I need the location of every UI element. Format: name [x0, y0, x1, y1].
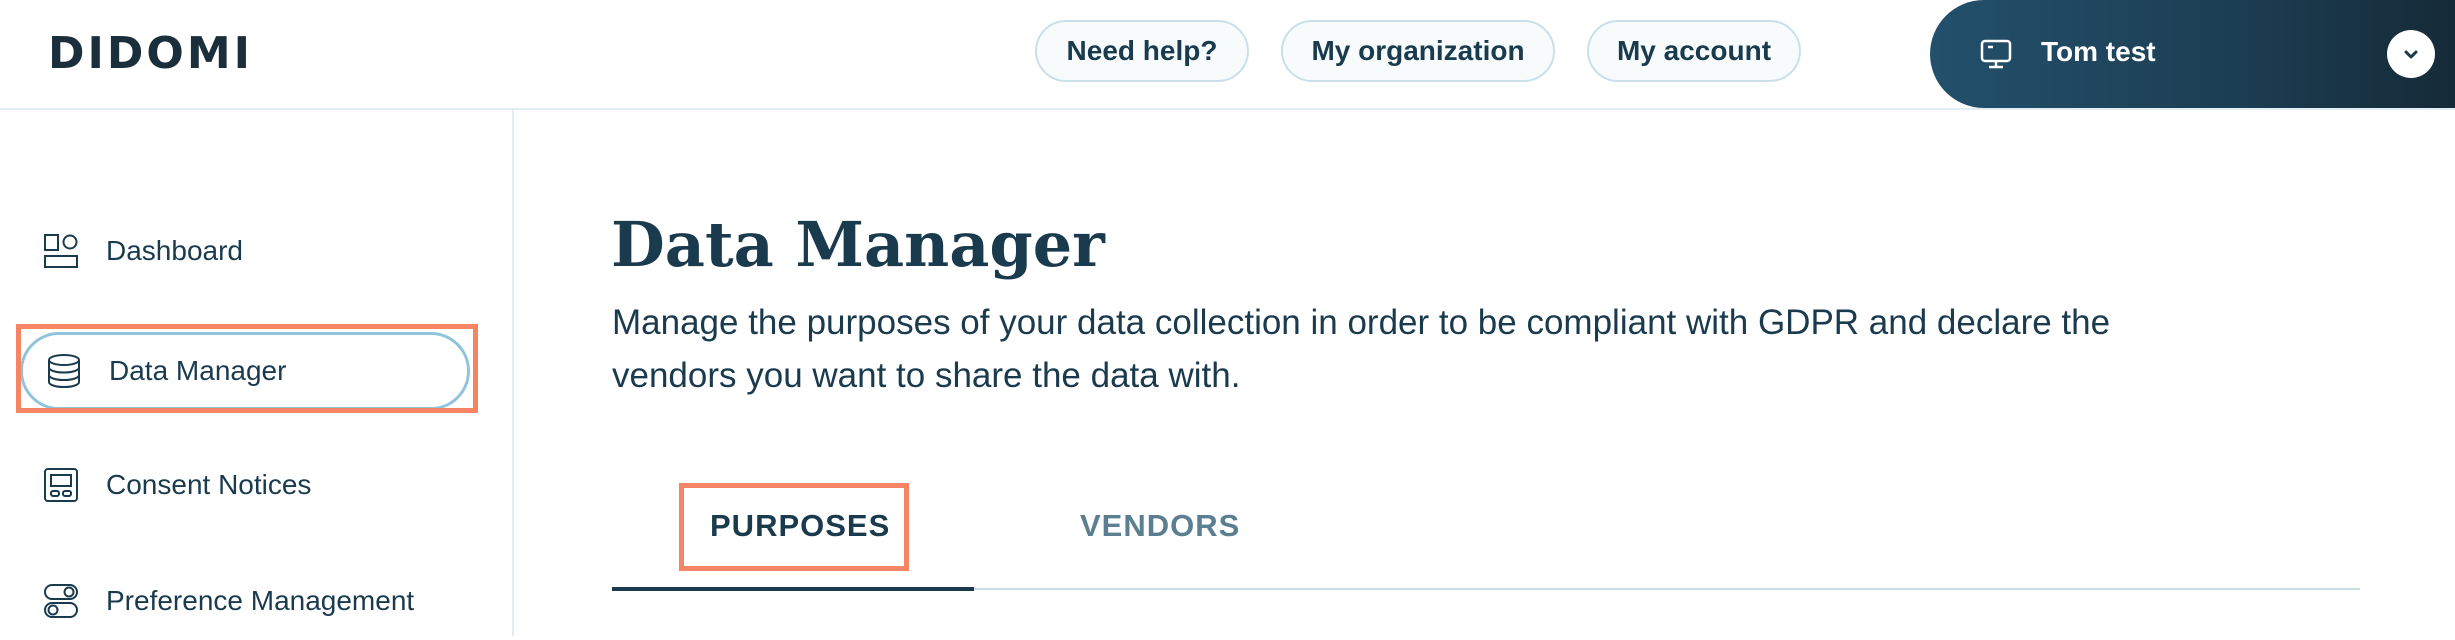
- user-menu-toggle[interactable]: [2387, 30, 2435, 78]
- active-tab-indicator: [612, 587, 974, 591]
- database-icon: [48, 354, 80, 389]
- top-header: DIDOMI Need help? My organization My acc…: [0, 0, 2455, 110]
- my-account-button[interactable]: My account: [1587, 20, 1801, 82]
- tab-bar: PURPOSES VENDORS: [612, 486, 2360, 592]
- monitor-icon: [1980, 39, 2012, 69]
- sidebar-item-dashboard[interactable]: Dashboard: [20, 212, 470, 290]
- page-title: Data Manager: [611, 208, 1105, 281]
- need-help-button[interactable]: Need help?: [1035, 20, 1249, 82]
- sidebar-item-label: Consent Notices: [106, 469, 312, 500]
- consent-notice-icon: [44, 468, 78, 502]
- user-menu[interactable]: Tom test: [1930, 0, 2455, 108]
- chevron-down-icon: [2404, 50, 2418, 59]
- didomi-logo[interactable]: DIDOMI: [48, 28, 253, 79]
- sidebar-item-label: Data Manager: [109, 355, 287, 386]
- dashboard-icon: [44, 234, 78, 268]
- sidebar-item-label: Dashboard: [106, 235, 243, 266]
- page-description: Manage the purposes of your data collect…: [612, 303, 2111, 395]
- my-organization-button[interactable]: My organization: [1281, 20, 1555, 82]
- tab-vendors[interactable]: VENDORS: [1080, 486, 1240, 566]
- sidebar-item-consent-notices[interactable]: Consent Notices: [20, 446, 470, 524]
- sidebar-item-preference-management[interactable]: Preference Management: [20, 562, 470, 640]
- sidebar-item-data-manager[interactable]: Data Manager: [20, 332, 470, 410]
- sidebar: Dashboard Data Manager Consent Notices P…: [0, 110, 514, 636]
- user-name: Tom test: [2041, 36, 2156, 67]
- tab-purposes[interactable]: PURPOSES: [710, 486, 890, 566]
- toggles-icon: [44, 584, 78, 618]
- sidebar-item-label: Preference Management: [106, 585, 415, 616]
